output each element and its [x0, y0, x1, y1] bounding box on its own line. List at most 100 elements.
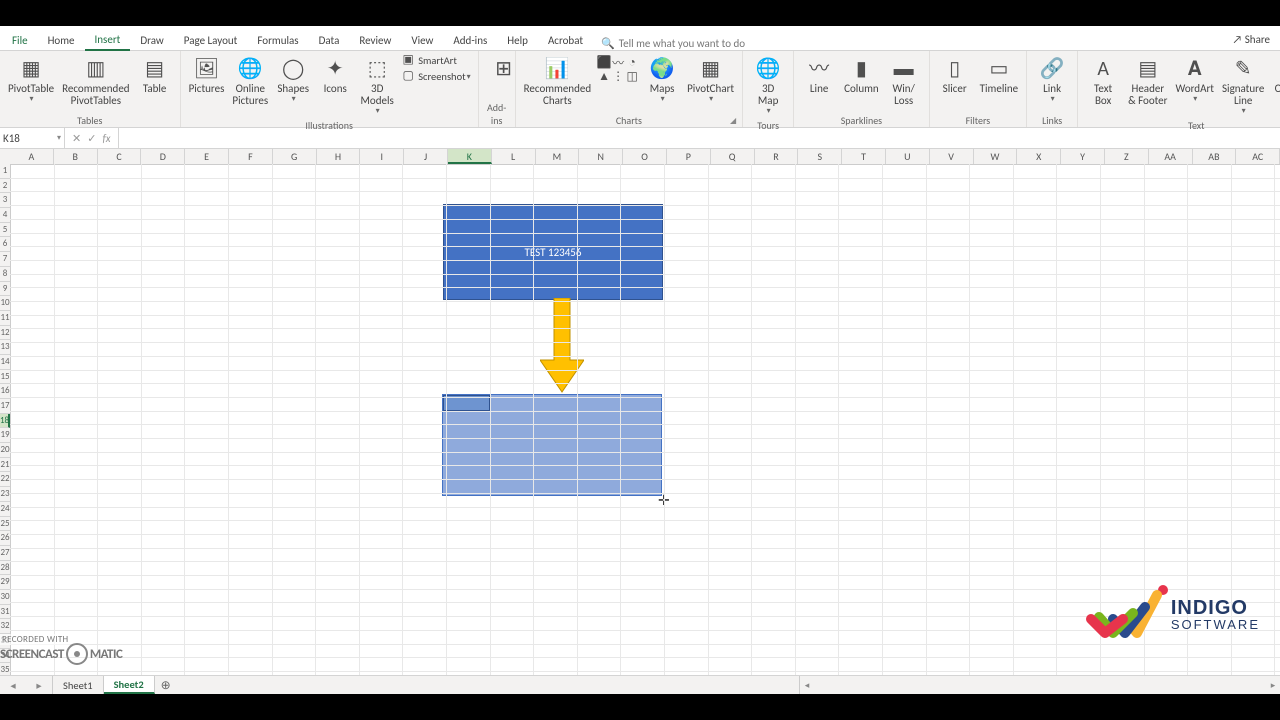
- timeline-button[interactable]: ▭Timeline: [976, 53, 1022, 97]
- pie-chart-icon[interactable]: ◔: [625, 55, 639, 69]
- sheet-tab-2[interactable]: Sheet2: [104, 676, 155, 694]
- row-header-3[interactable]: 3: [0, 193, 10, 208]
- tell-me-search[interactable]: 🔍 Tell me what you want to do: [601, 37, 745, 50]
- area-chart-icon[interactable]: ▲: [597, 69, 611, 83]
- sparkline-line-button[interactable]: 〰Line: [798, 53, 840, 97]
- accept-formula-icon[interactable]: ✓: [87, 132, 96, 145]
- col-header-P[interactable]: P: [667, 149, 711, 164]
- object-button[interactable]: ▢Object: [1268, 53, 1280, 97]
- col-header-Y[interactable]: Y: [1061, 149, 1105, 164]
- tab-data[interactable]: Data: [309, 30, 350, 50]
- col-header-X[interactable]: X: [1017, 149, 1061, 164]
- pictures-button[interactable]: 🖼Pictures: [185, 53, 229, 97]
- shape-rectangle-2-drawing[interactable]: [442, 394, 662, 496]
- tab-home[interactable]: Home: [38, 30, 85, 50]
- recommended-pivot-button[interactable]: ▥Recommended PivotTables: [58, 53, 133, 109]
- tab-insert[interactable]: Insert: [85, 29, 131, 51]
- tab-file[interactable]: File: [2, 30, 38, 50]
- add-sheet-button[interactable]: ⊕: [155, 676, 177, 694]
- row-header-14[interactable]: 14: [0, 355, 10, 370]
- col-header-I[interactable]: I: [360, 149, 404, 164]
- row-header-6[interactable]: 6: [0, 237, 10, 252]
- col-header-H[interactable]: H: [317, 149, 361, 164]
- horizontal-scrollbar[interactable]: ◂ ▸: [799, 676, 1280, 694]
- scroll-right-icon[interactable]: ▸: [1266, 680, 1280, 691]
- row-header-31[interactable]: 31: [0, 605, 10, 620]
- chevron-down-icon[interactable]: ▾: [57, 133, 61, 143]
- row-header-9[interactable]: 9: [0, 282, 10, 297]
- recommended-charts-button[interactable]: 📊Recommended Charts: [520, 53, 595, 109]
- row-header-2[interactable]: 2: [0, 179, 10, 194]
- col-header-Z[interactable]: Z: [1105, 149, 1149, 164]
- row-header-5[interactable]: 5: [0, 223, 10, 238]
- row-header-35[interactable]: 35: [0, 663, 10, 675]
- name-box[interactable]: K18▾: [0, 128, 65, 148]
- scroll-left-icon[interactable]: ◂: [800, 680, 814, 691]
- header-footer-button[interactable]: ▤Header & Footer: [1124, 53, 1171, 109]
- table-button[interactable]: ▤Table: [134, 53, 176, 97]
- col-header-AA[interactable]: AA: [1149, 149, 1193, 164]
- pivottable-button[interactable]: ▦PivotTable▾: [4, 53, 58, 106]
- row-header-19[interactable]: 19: [0, 428, 10, 443]
- row-header-18[interactable]: 18: [0, 414, 10, 429]
- bar-chart-icon[interactable]: ⬛: [597, 55, 611, 69]
- col-header-B[interactable]: B: [54, 149, 98, 164]
- row-header-10[interactable]: 10: [0, 296, 10, 311]
- col-header-N[interactable]: N: [579, 149, 623, 164]
- row-header-4[interactable]: 4: [0, 208, 10, 223]
- col-header-K[interactable]: K: [448, 149, 492, 164]
- col-header-W[interactable]: W: [974, 149, 1018, 164]
- col-header-R[interactable]: R: [755, 149, 799, 164]
- cancel-formula-icon[interactable]: ✕: [72, 132, 81, 145]
- row-header-7[interactable]: 7: [0, 252, 10, 267]
- tab-help[interactable]: Help: [497, 30, 538, 50]
- tab-review[interactable]: Review: [349, 30, 401, 50]
- col-header-E[interactable]: E: [185, 149, 229, 164]
- dialog-launcher-icon[interactable]: ◢: [730, 116, 736, 126]
- screenshot-button[interactable]: ▢Screenshot▾: [398, 69, 473, 85]
- scatter-chart-icon[interactable]: ⋮: [611, 69, 625, 83]
- col-header-S[interactable]: S: [798, 149, 842, 164]
- row-header-17[interactable]: 17: [0, 399, 10, 414]
- sparkline-column-button[interactable]: ▮Column: [840, 53, 883, 97]
- row-header-26[interactable]: 26: [0, 531, 10, 546]
- slicer-button[interactable]: ▯Slicer: [934, 53, 976, 97]
- row-header-28[interactable]: 28: [0, 561, 10, 576]
- row-header-25[interactable]: 25: [0, 517, 10, 532]
- sparkline-winloss-button[interactable]: ▬Win/ Loss: [883, 53, 925, 109]
- row-header-8[interactable]: 8: [0, 267, 10, 282]
- wordart-button[interactable]: 𝐀WordArt▾: [1172, 53, 1218, 106]
- row-header-20[interactable]: 20: [0, 443, 10, 458]
- tab-draw[interactable]: Draw: [130, 30, 173, 50]
- tab-page-layout[interactable]: Page Layout: [174, 30, 248, 50]
- row-header-12[interactable]: 12: [0, 326, 10, 341]
- row-header-21[interactable]: 21: [0, 458, 10, 473]
- tab-acrobat[interactable]: Acrobat: [538, 30, 593, 50]
- smartart-button[interactable]: ▣SmartArt: [398, 53, 473, 69]
- online-pictures-button[interactable]: 🌐Online Pictures: [228, 53, 272, 109]
- col-header-AC[interactable]: AC: [1236, 149, 1280, 164]
- shapes-button[interactable]: ◯Shapes▾: [272, 53, 314, 106]
- col-header-D[interactable]: D: [141, 149, 185, 164]
- spreadsheet-grid[interactable]: ABCDEFGHIJKLMNOPQRSTUVWXYZAAABAC 1234567…: [0, 149, 1280, 675]
- link-button[interactable]: 🔗Link▾: [1031, 53, 1073, 106]
- row-header-24[interactable]: 24: [0, 502, 10, 517]
- row-header-23[interactable]: 23: [0, 487, 10, 502]
- col-header-AB[interactable]: AB: [1193, 149, 1237, 164]
- scroll-track[interactable]: [814, 679, 1266, 691]
- tab-addins[interactable]: Add-ins: [443, 30, 497, 50]
- col-header-C[interactable]: C: [98, 149, 142, 164]
- row-header-29[interactable]: 29: [0, 575, 10, 590]
- icons-button[interactable]: ✦Icons: [314, 53, 356, 97]
- line-chart-icon[interactable]: 〰: [611, 55, 625, 69]
- col-header-O[interactable]: O: [623, 149, 667, 164]
- col-header-U[interactable]: U: [886, 149, 930, 164]
- sheet-nav-arrows[interactable]: ◂▸: [0, 676, 53, 694]
- fx-icon[interactable]: fx: [102, 132, 110, 145]
- row-header-13[interactable]: 13: [0, 340, 10, 355]
- row-header-32[interactable]: 32: [0, 619, 10, 634]
- col-header-M[interactable]: M: [536, 149, 580, 164]
- col-header-V[interactable]: V: [930, 149, 974, 164]
- textbox-button[interactable]: AText Box: [1082, 53, 1124, 109]
- row-header-22[interactable]: 22: [0, 472, 10, 487]
